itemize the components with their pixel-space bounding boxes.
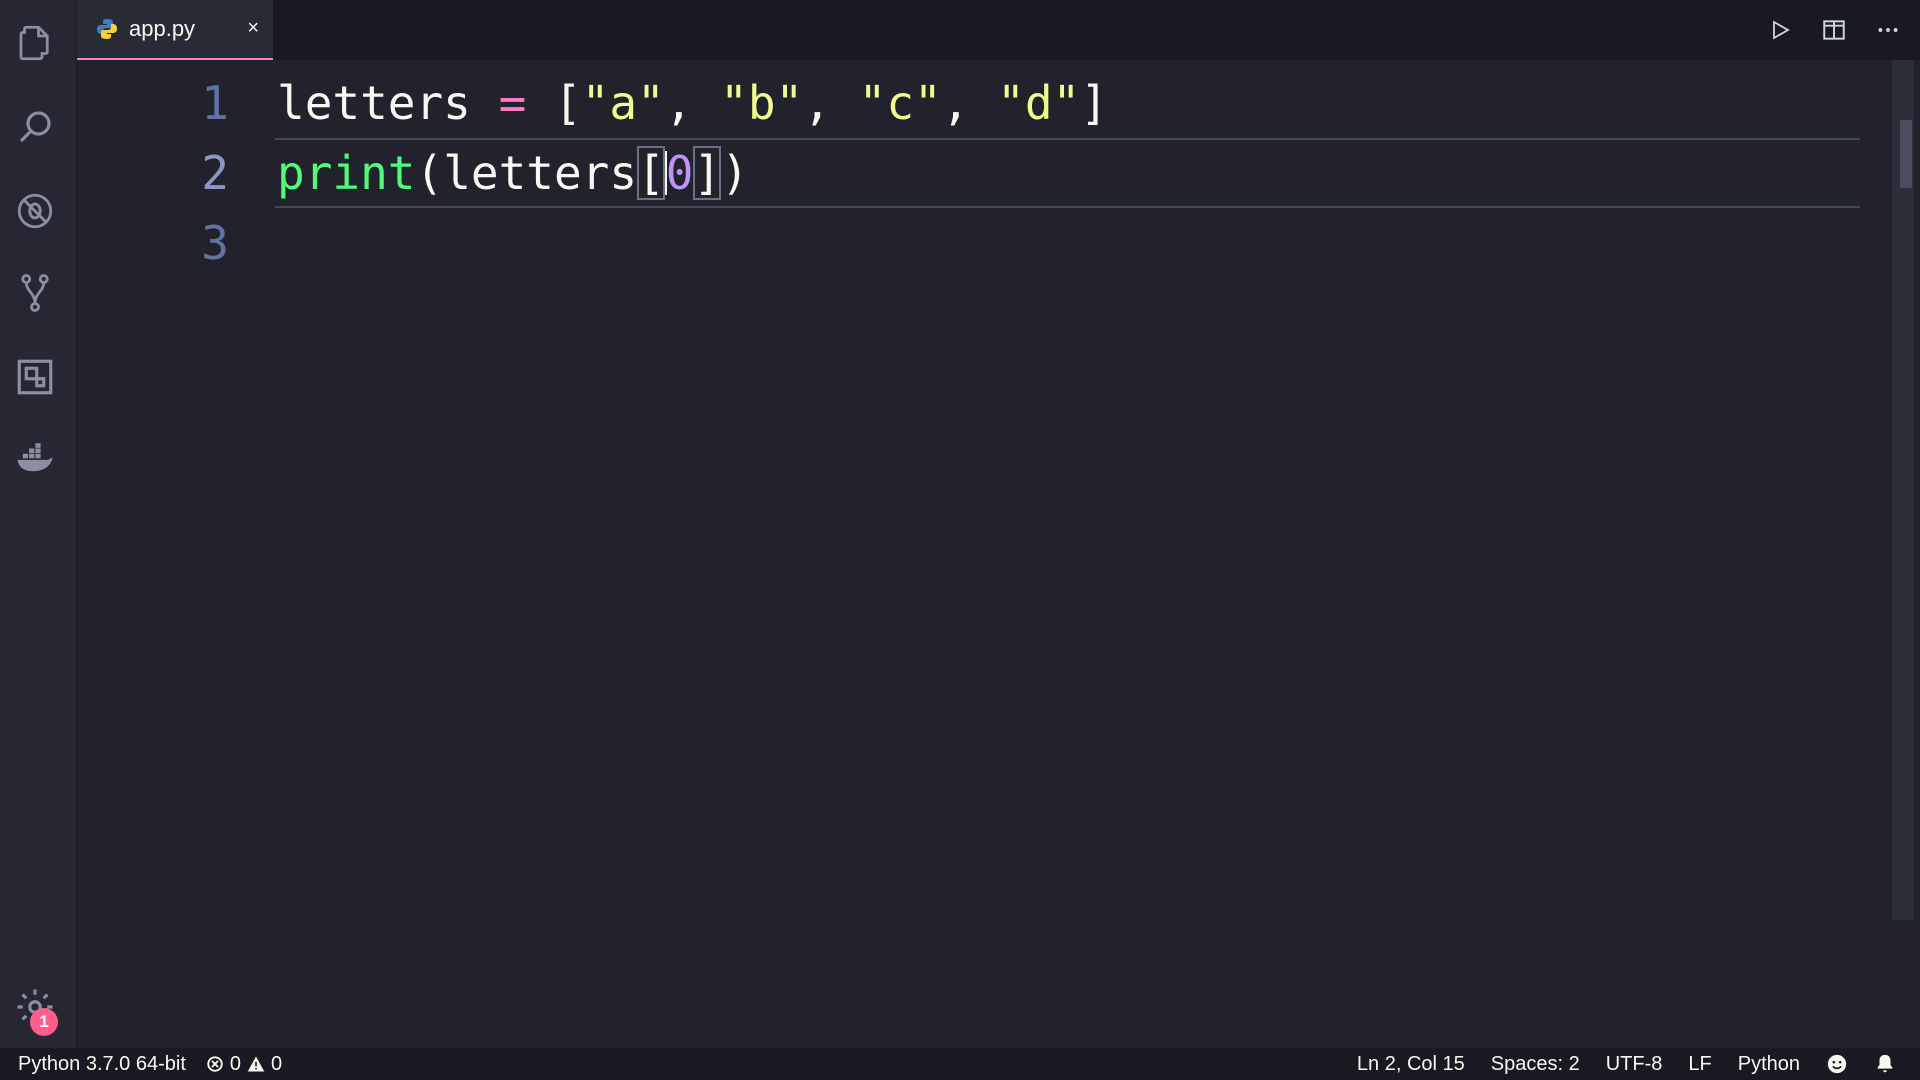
more-actions-icon[interactable]: [1874, 16, 1902, 44]
language-mode-status[interactable]: Python: [1738, 1053, 1800, 1076]
code-token: 0: [665, 146, 694, 200]
problems-status[interactable]: 0 0: [206, 1053, 282, 1076]
code-token: [: [526, 76, 582, 130]
code-token: [: [637, 146, 665, 200]
notifications-bell-icon[interactable]: [1874, 1053, 1896, 1075]
line-number: 3: [201, 216, 229, 270]
code-token: ,: [803, 76, 859, 130]
code-token: letters: [277, 76, 471, 130]
cursor-position-status[interactable]: Ln 2, Col 15: [1357, 1053, 1465, 1076]
feedback-smiley-icon[interactable]: [1826, 1053, 1848, 1075]
files-icon[interactable]: [12, 20, 58, 66]
code-token: ): [721, 146, 749, 200]
warning-count: 0: [271, 1052, 283, 1075]
code-text: letters = ["a", "b", "c", "d"]: [277, 68, 1108, 138]
docker-icon[interactable]: [12, 436, 58, 482]
vertical-scrollbar[interactable]: [1892, 60, 1914, 920]
code-token: ]: [693, 146, 722, 200]
code-token: =: [498, 76, 527, 130]
warning-icon: [247, 1056, 265, 1072]
code-token: "c": [858, 76, 942, 130]
code-editor[interactable]: 1 letters = ["a", "b", "c", "d"] 2 print(le…: [77, 60, 1920, 1048]
tab-app-py[interactable]: app.py ×: [77, 0, 273, 60]
code-token: print: [277, 146, 416, 200]
python-interpreter-status[interactable]: Python 3.7.0 64-bit: [18, 1053, 186, 1076]
code-token: ,: [941, 76, 998, 130]
line-number: 1: [201, 76, 229, 130]
code-token: "a": [581, 76, 665, 130]
indentation-status[interactable]: Spaces: 2: [1491, 1053, 1580, 1076]
search-icon[interactable]: [12, 104, 58, 150]
python-icon: [97, 19, 117, 39]
status-bar: Python 3.7.0 64-bit 0 0 Ln 2, Col 15 Spa…: [0, 1048, 1920, 1080]
code-token: ,: [664, 76, 721, 130]
error-count: 0: [229, 1052, 242, 1075]
code-token: ]: [1080, 76, 1108, 130]
close-icon[interactable]: ×: [247, 17, 259, 40]
code-token: (: [415, 146, 444, 200]
line-number: 2: [201, 146, 229, 200]
tab-bar: app.py ×: [77, 0, 1920, 60]
git-branch-icon[interactable]: [12, 270, 58, 316]
code-token: "d": [997, 76, 1081, 130]
code-token: "b": [720, 76, 804, 130]
settings-notification-badge: 1: [30, 1008, 58, 1036]
code-line[interactable]: 2 print(letters[0]): [77, 138, 1860, 208]
code-line[interactable]: 1 letters = ["a", "b", "c", "d"]: [77, 68, 1860, 138]
code-token: letters: [443, 146, 638, 200]
code-text: print(letters[0]): [277, 138, 749, 208]
code-line[interactable]: 3: [77, 208, 1860, 278]
line-ending-status[interactable]: LF: [1688, 1053, 1711, 1076]
extensions-icon[interactable]: [12, 354, 58, 400]
scrollbar-thumb[interactable]: [1900, 120, 1912, 188]
split-editor-icon[interactable]: [1820, 16, 1848, 44]
run-icon[interactable]: [1766, 16, 1794, 44]
encoding-status[interactable]: UTF-8: [1606, 1053, 1663, 1076]
error-icon: [207, 1056, 223, 1072]
debug-icon[interactable]: [12, 188, 58, 234]
tab-filename: app.py: [129, 16, 196, 41]
activity-bar: 1: [0, 0, 77, 1048]
